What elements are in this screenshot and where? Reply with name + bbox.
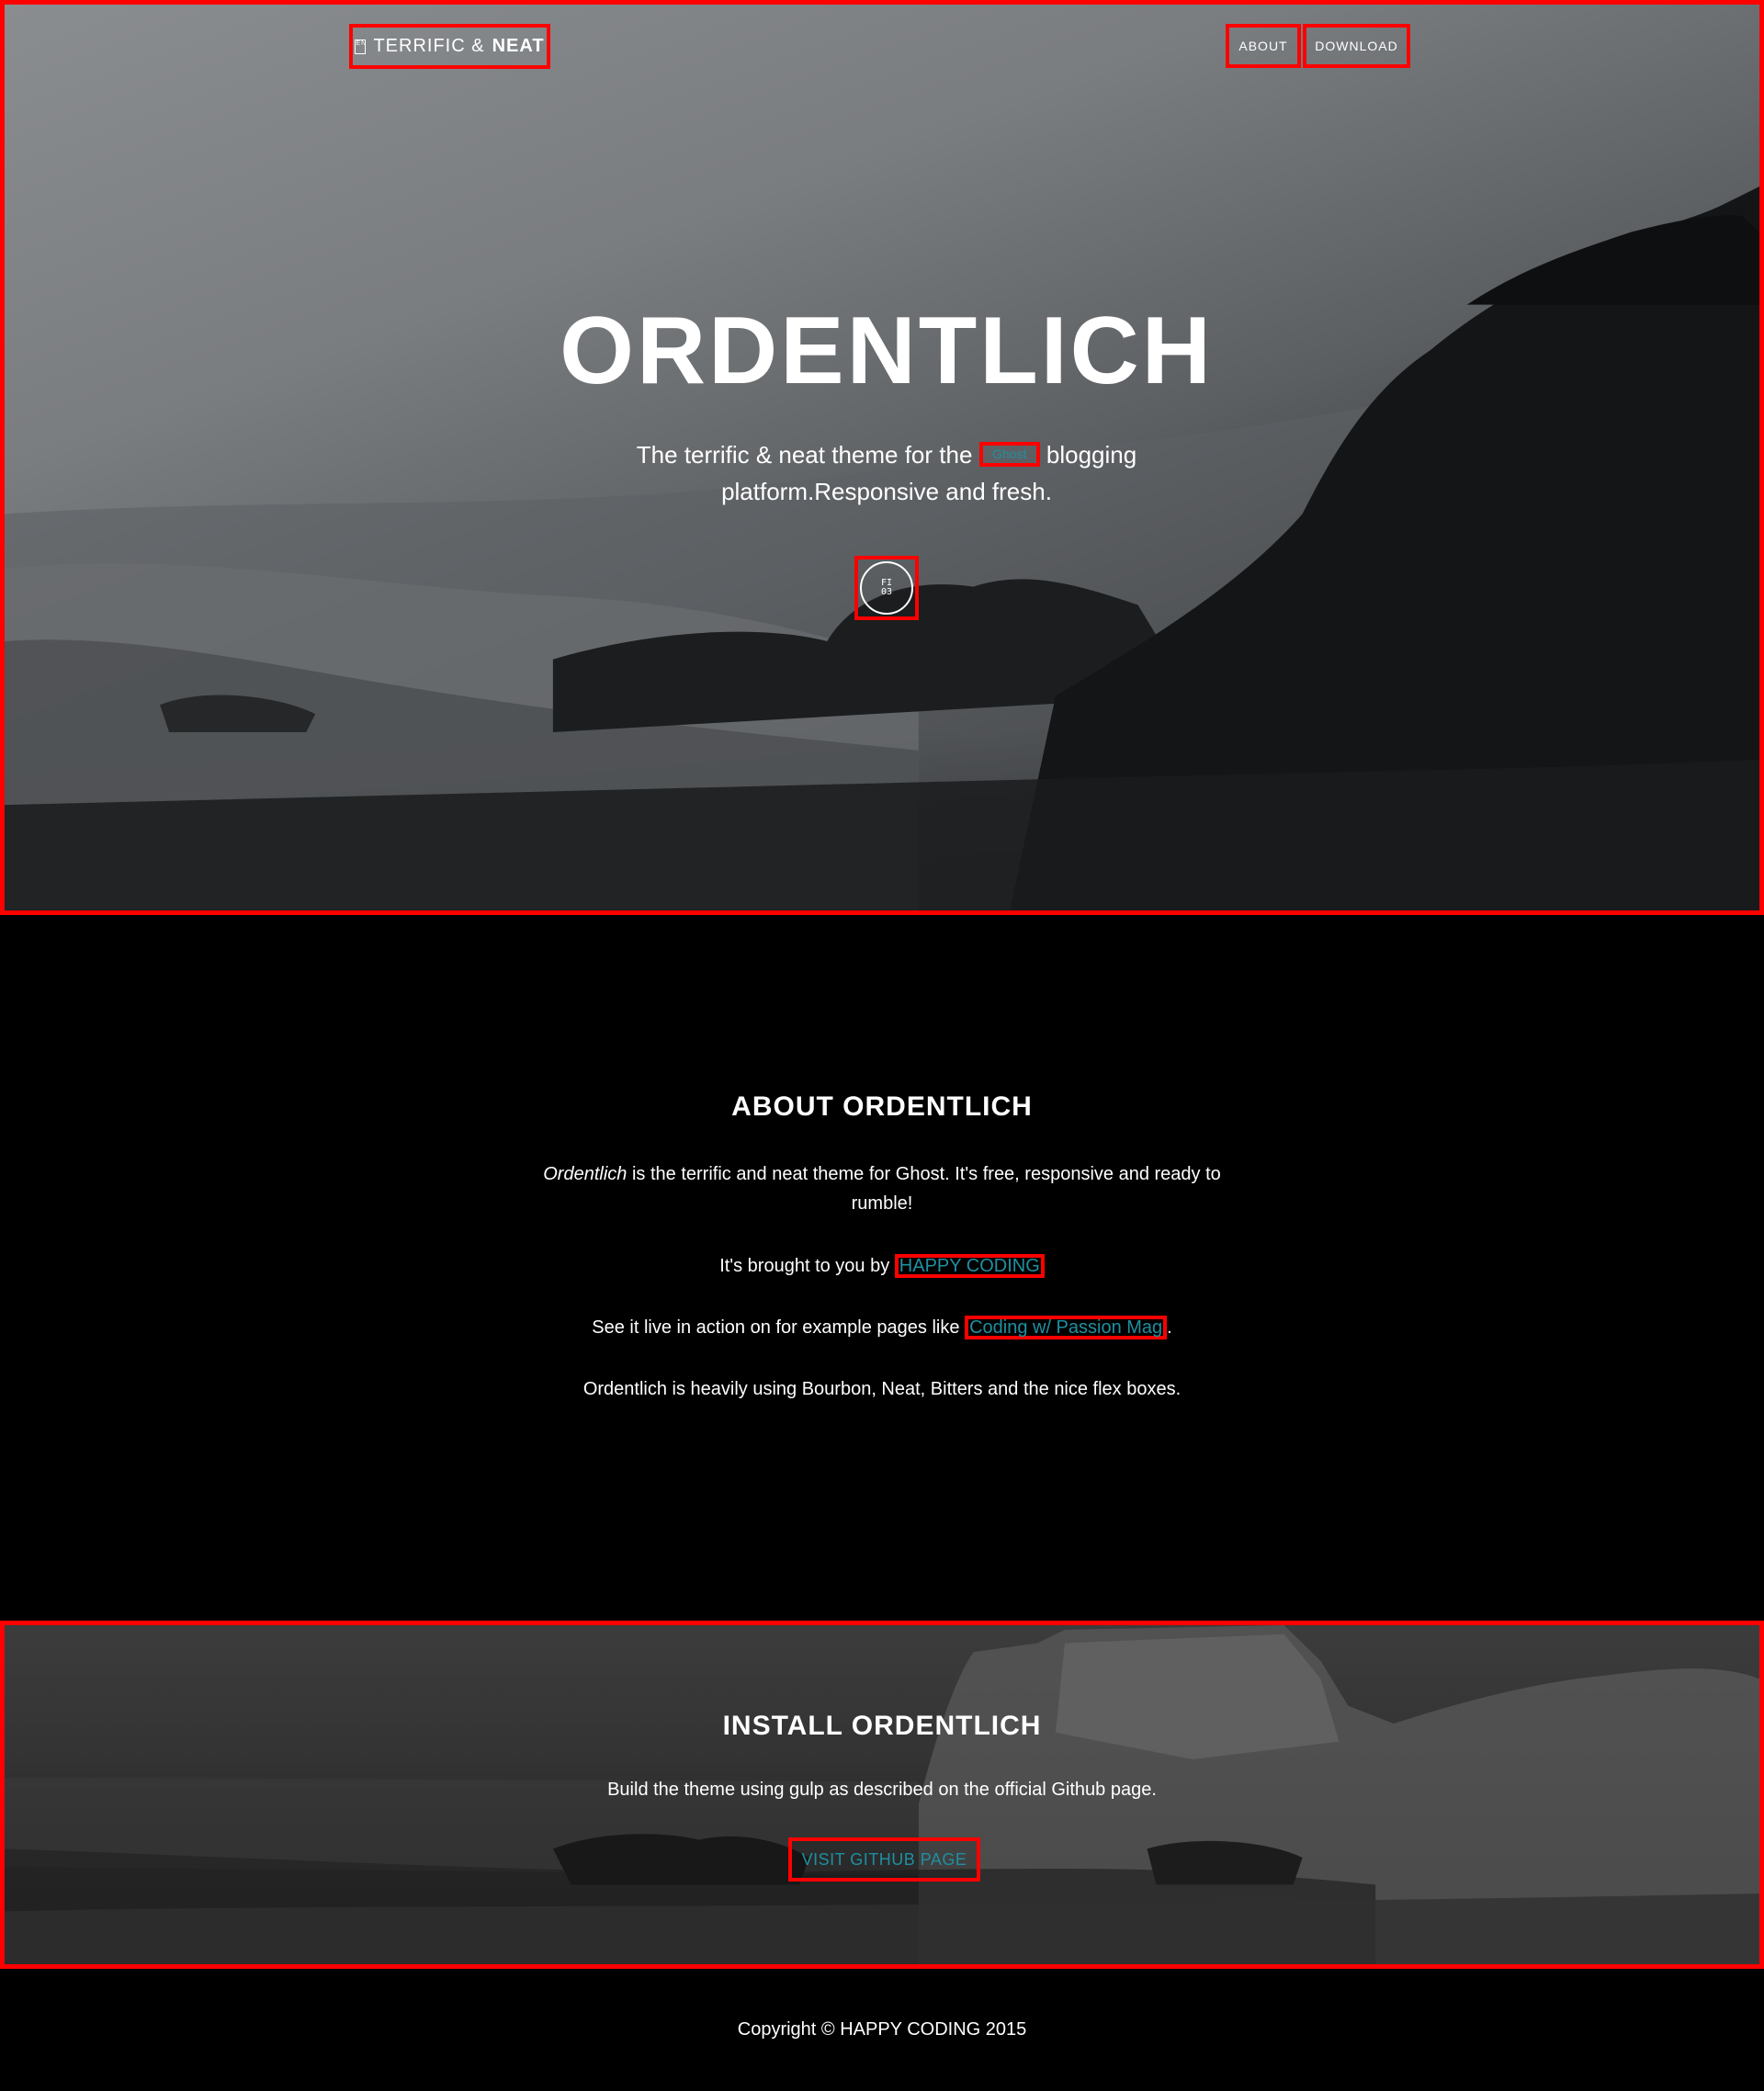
install-text: Build the theme using gulp as described …	[607, 1780, 1157, 1800]
scroll-glyph-mid: 03	[880, 587, 893, 597]
about-paragraph-3-text: See it live in action on for example pag…	[592, 1317, 960, 1338]
brand-icon: EN	[355, 39, 367, 54]
about-paragraph-1-text: is the terrific and neat theme for Ghost…	[631, 1164, 1221, 1214]
tagline-before: The terrific & neat theme for the	[636, 441, 973, 469]
hero-section: EN TERRIFIC & NEAT ABOUT DOWNLOAD ORDENT…	[0, 0, 1764, 915]
about-paragraph-3: See it live in action on for example pag…	[533, 1313, 1231, 1342]
about-theme-name: Ordentlich	[543, 1164, 628, 1184]
about-title: ABOUT ORDENTLICH	[731, 1091, 1033, 1122]
visit-github-button[interactable]: VISIT GITHUB PAGE	[788, 1837, 980, 1882]
about-section: ABOUT ORDENTLICH Ordentlich is the terri…	[0, 915, 1764, 1621]
footer: Copyright © HAPPY CODING 2015	[0, 1969, 1764, 2091]
happy-coding-link[interactable]: HAPPY CODING	[894, 1254, 1045, 1278]
about-paragraph-2: It's brought to you by HAPPY CODING	[533, 1251, 1231, 1281]
ghost-link[interactable]: Ghost	[978, 441, 1040, 467]
install-title: INSTALL ORDENTLICH	[722, 1711, 1042, 1741]
about-paragraph-4: Ordentlich is heavily using Bourbon, Nea…	[582, 1379, 1182, 1399]
nav-about-link[interactable]: ABOUT	[1226, 24, 1301, 68]
about-paragraph-2-text: It's brought to you by	[719, 1256, 890, 1276]
brand-logo-link[interactable]: EN TERRIFIC & NEAT	[349, 24, 550, 69]
about-paragraph-1: Ordentlich is the terrific and neat them…	[533, 1159, 1231, 1218]
brand-light-text: TERRIFIC &	[373, 36, 485, 56]
install-section: INSTALL ORDENTLICH Build the theme using…	[0, 1621, 1764, 1969]
arrow-down-circle-icon: FI 03	[860, 561, 913, 615]
scroll-down-button[interactable]: FI 03	[854, 556, 919, 620]
brand-bold-text: NEAT	[492, 36, 545, 56]
coding-passion-mag-link[interactable]: Coding w/ Passion Mag	[965, 1316, 1168, 1339]
nav-download-link[interactable]: DOWNLOAD	[1303, 24, 1410, 68]
hero-tagline: The terrific & neat theme for the Ghost …	[611, 436, 1162, 510]
hero-title: ORDENTLICH	[560, 298, 1214, 404]
footer-copyright: Copyright © HAPPY CODING 2015	[737, 2019, 1027, 2040]
about-paragraph-3-after: .	[1167, 1317, 1172, 1338]
